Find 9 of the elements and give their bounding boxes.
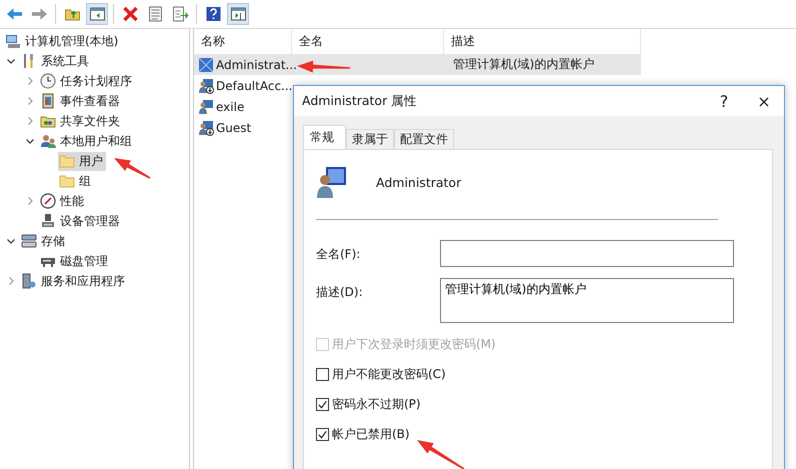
user-name: Administrator [376, 174, 462, 190]
field-label: 全名(F): [316, 246, 362, 263]
table-cell: exile [216, 100, 244, 114]
dialog-title: Administrator 属性 [302, 92, 418, 110]
table-cell-text: 管理计算机(域)的内置帐户 [452, 56, 594, 73]
table-cell: Guest [216, 120, 252, 134]
table-cell: DefaultAcc... [216, 78, 292, 92]
table-cell: Administrat... [216, 58, 297, 72]
field-label: 描述(D): [316, 284, 364, 301]
